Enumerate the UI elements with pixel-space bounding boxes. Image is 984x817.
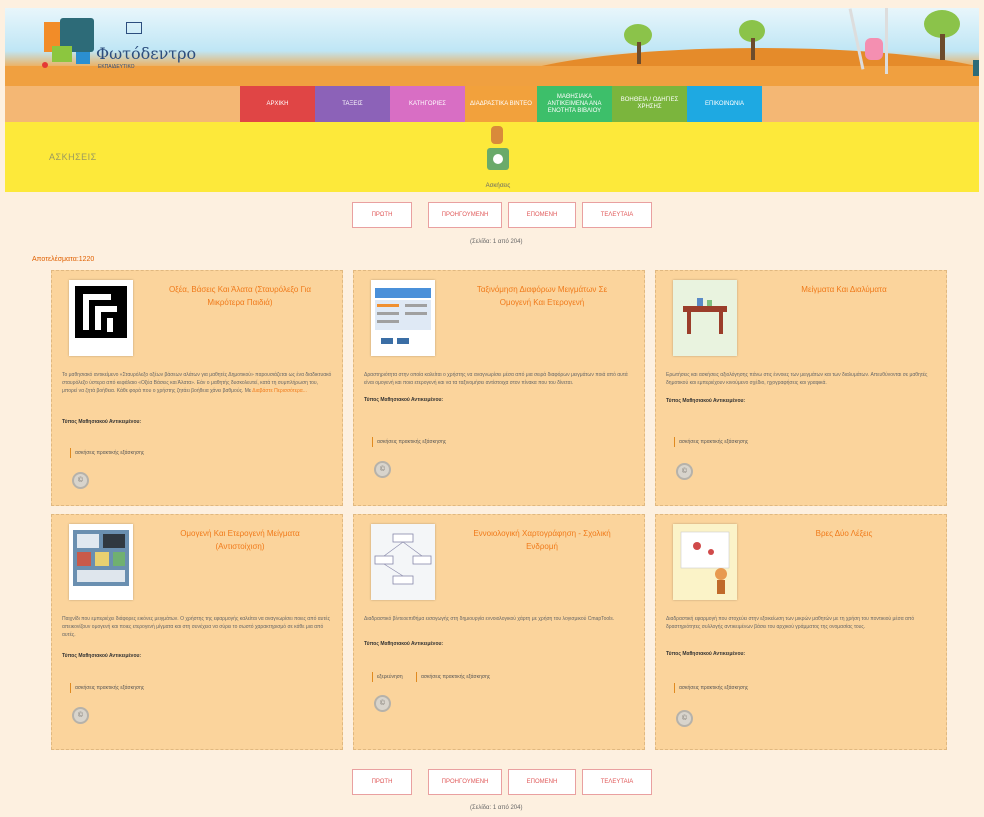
card-thumbnail[interactable] — [673, 524, 737, 600]
card-description: Παιχνίδι που εμπεριέχει διάφορες εικόνες… — [62, 616, 331, 638]
pager-last-button[interactable]: ΤΕΛΕΥΤΑΙΑ — [582, 769, 652, 795]
site-header: Φωτόδεντρο ΕΚΠΑΙΔΕΥΤΙΚΟ — [5, 8, 979, 86]
license-badge-icon[interactable]: © — [676, 710, 693, 727]
nav-item-help[interactable]: ΒΟΗΘΕΙΑ / ΟΔΗΓΙΕΣ ΧΡΗΣΗΣ — [612, 86, 687, 122]
card-tag[interactable]: εξερεύνηση — [372, 672, 403, 682]
ministry-emblem-icon — [126, 22, 142, 34]
logo-dot — [42, 62, 48, 68]
nav-item-label: ΜΑΘΗΣΙΑΚΑ ΑΝΤΙΚΕΙΜΕΝΑ ΑΝΑ ΕΝΟΤΗΤΑ ΒΙΒΛΙΟ… — [547, 93, 602, 114]
card-type-label: Τύπος Μαθησιακού Αντικειμένου: — [666, 651, 746, 657]
nav-item-home[interactable]: ΑΡΧΙΚΗ — [240, 86, 315, 122]
card-thumbnail[interactable] — [69, 280, 133, 356]
table-illustration-icon — [673, 280, 737, 356]
main-nav: ΑΡΧΙΚΗ ΤΑΞΕΙΣ ΚΑΤΗΓΟΡΙΕΣ ΔΙΑΔΡΑΣΤΙΚΑ ΒΙΝ… — [5, 86, 979, 122]
card-type-label: Τύπος Μαθησιακού Αντικειμένου: — [62, 419, 142, 425]
card-type-label: Τύπος Μαθησιακού Αντικειμένου: — [666, 398, 746, 404]
result-card[interactable]: Μείγματα Και Διαλύματα Ερωτήσεις και ασκ… — [655, 270, 947, 506]
nav-item-interactive-videos[interactable]: ΔΙΑΔΡΑΣΤΙΚΑ ΒΙΝΤΕΟ — [465, 86, 537, 122]
page-info: (Σελίδα: 1 από 204) — [470, 239, 523, 245]
license-badge-icon[interactable]: © — [72, 707, 89, 724]
results-count: Αποτελέσματα:1220 — [32, 256, 95, 263]
card-description: Δραστηριότητα στην οποία καλείται ο χρήσ… — [364, 372, 628, 386]
table-thumbnail-icon — [375, 288, 431, 344]
tree-decoration — [920, 8, 970, 63]
pager-prev-button[interactable]: ΠΡΟΗΓΟΥΜΕΝΗ — [428, 769, 502, 795]
concept-map-thumbnail-icon — [371, 524, 435, 600]
brand-name: Φωτόδεντρο — [96, 44, 197, 63]
nav-item-objects-by-unit[interactable]: ΜΑΘΗΣΙΑΚΑ ΑΝΤΙΚΕΙΜΕΝΑ ΑΝΑ ΕΝΟΤΗΤΑ ΒΙΒΛΙΟ… — [537, 86, 612, 122]
card-thumbnail[interactable] — [673, 280, 737, 356]
card-description: Το μαθησιακό αντικείμενο «Σταυρόλεξο οξέ… — [62, 371, 332, 395]
card-title[interactable]: Οξέα, Βάσεις Και Άλατα (Σταυρόλεξο Για Μ… — [160, 283, 320, 309]
side-tab-button[interactable] — [973, 60, 979, 76]
category-icon-label: Ασκήσεις — [485, 183, 511, 189]
card-type-label: Τύπος Μαθησιακού Αντικειμένου: — [364, 641, 444, 647]
read-more-link[interactable]: Διαβάστε Περισσότερα... — [252, 388, 307, 394]
nav-item-label: ΚΑΤΗΓΟΡΙΕΣ — [409, 100, 446, 107]
tree-decoration — [620, 18, 660, 64]
words-game-thumbnail-icon — [673, 524, 737, 600]
license-badge-icon[interactable]: © — [374, 461, 391, 478]
nav-item-categories[interactable]: ΚΑΤΗΓΟΡΙΕΣ — [390, 86, 465, 122]
card-thumbnail[interactable] — [371, 524, 435, 600]
pager-next-button[interactable]: ΕΠΟΜΕΝΗ — [508, 202, 576, 228]
nav-item-label: ΔΙΑΔΡΑΣΤΙΚΑ ΒΙΝΤΕΟ — [470, 100, 532, 107]
card-tag[interactable]: ασκήσεις πρακτικής εξάσκησης — [70, 448, 144, 458]
card-description: Διαδραστική εφαρμογή που στοχεύει στην ε… — [666, 616, 915, 630]
logo-square-blue — [76, 52, 90, 64]
card-tag[interactable]: ασκήσεις πρακτικής εξάσκησης — [70, 683, 144, 693]
pager-next-button[interactable]: ΕΠΟΜΕΝΗ — [508, 769, 576, 795]
tree-decoration — [733, 14, 773, 60]
card-description: Ερωτήσεις και ασκήσεις αξιολόγησης πάνω … — [666, 372, 928, 386]
page: Φωτόδεντρο ΕΚΠΑΙΔΕΥΤΙΚΟ ΑΡΧΙΚΗ ΤΑΞΕΙΣ ΚΑ… — [5, 8, 979, 817]
exercises-icon — [487, 148, 509, 170]
result-card[interactable]: Οξέα, Βάσεις Και Άλατα (Σταυρόλεξο Για Μ… — [51, 270, 343, 506]
kid-icon — [491, 126, 503, 144]
card-thumbnail[interactable] — [371, 280, 435, 356]
pager-first-button[interactable]: ΠΡΩΤΗ — [352, 769, 412, 795]
pager-prev-button[interactable]: ΠΡΟΗΓΟΥΜΕΝΗ — [428, 202, 502, 228]
card-title[interactable]: Εννοιολογική Χαρτογράφηση - Σχολική Ενδρ… — [462, 527, 622, 553]
nav-item-label: ΕΠΙΚΟΙΝΩΝΙΑ — [705, 100, 744, 107]
card-title[interactable]: Ταξινόμηση Διαφόρων Μειγμάτων Σε Ομογενή… — [462, 283, 622, 309]
result-card[interactable]: Βρες Δύο Λέξεις Διαδραστική εφαρμογή που… — [655, 514, 947, 750]
card-tag[interactable]: ασκήσεις πρακτικής εξάσκησης — [674, 437, 748, 447]
license-badge-icon[interactable]: © — [72, 472, 89, 489]
nav-item-label: ΤΑΞΕΙΣ — [342, 100, 363, 107]
nav-item-contact[interactable]: ΕΠΙΚΟΙΝΩΝΙΑ — [687, 86, 762, 122]
nav-item-label: ΑΡΧΙΚΗ — [266, 100, 289, 107]
nav-item-label: ΒΟΗΘΕΙΑ / ΟΔΗΓΙΕΣ ΧΡΗΣΗΣ — [620, 97, 679, 110]
result-card[interactable]: Ταξινόμηση Διαφόρων Μειγμάτων Σε Ομογενή… — [353, 270, 645, 506]
category-band: ΑΣΚΗΣΕΙΣ Ασκήσεις — [5, 122, 979, 192]
card-tag[interactable]: ασκήσεις πρακτικής εξάσκησης — [372, 437, 446, 447]
card-type-label: Τύπος Μαθησιακού Αντικειμένου: — [364, 397, 444, 403]
pager-bottom: ΠΡΩΤΗ ΠΡΟΗΓΟΥΜΕΝΗ ΕΠΟΜΕΝΗ ΤΕΛΕΥΤΑΙΑ — [352, 769, 652, 795]
category-title: ΑΣΚΗΣΕΙΣ — [49, 152, 97, 162]
mixtures-thumbnail-icon — [73, 530, 129, 586]
card-title[interactable]: Μείγματα Και Διαλύματα — [764, 283, 924, 296]
card-tag[interactable]: ασκήσεις πρακτικής εξάσκησης — [416, 672, 490, 682]
license-badge-icon[interactable]: © — [374, 695, 391, 712]
card-type-label: Τύπος Μαθησιακού Αντικειμένου: — [62, 653, 142, 659]
card-thumbnail[interactable] — [69, 524, 133, 600]
exercises-category-icon[interactable] — [485, 126, 511, 186]
nav-item-classes[interactable]: ΤΑΞΕΙΣ — [315, 86, 390, 122]
pager-first-button[interactable]: ΠΡΩΤΗ — [352, 202, 412, 228]
card-tag[interactable]: ασκήσεις πρακτικής εξάσκησης — [674, 683, 748, 693]
page-info: (Σελίδα: 1 από 204) — [470, 805, 523, 811]
card-title[interactable]: Βρες Δύο Λέξεις — [764, 527, 924, 540]
pager-last-button[interactable]: ΤΕΛΕΥΤΑΙΑ — [582, 202, 652, 228]
swing-decoration — [848, 8, 895, 78]
brand-subtitle: ΕΚΠΑΙΔΕΥΤΙΚΟ — [98, 64, 135, 70]
result-card[interactable]: Ομογενή Και Ετερογενή Μείγματα (Αντιστοί… — [51, 514, 343, 750]
result-card[interactable]: Εννοιολογική Χαρτογράφηση - Σχολική Ενδρ… — [353, 514, 645, 750]
logo-square-green — [52, 46, 72, 62]
card-description: Διαδραστικό βίντεοεπιθήμα εισαγωγής στη … — [364, 616, 615, 622]
pager-top: ΠΡΩΤΗ ΠΡΟΗΓΟΥΜΕΝΗ ΕΠΟΜΕΝΗ ΤΕΛΕΥΤΑΙΑ — [352, 202, 652, 228]
site-logo[interactable]: Φωτόδεντρο ΕΚΠΑΙΔΕΥΤΙΚΟ — [38, 16, 228, 78]
license-badge-icon[interactable]: © — [676, 463, 693, 480]
card-title[interactable]: Ομογενή Και Ετερογενή Μείγματα (Αντιστοί… — [160, 527, 320, 553]
crossword-thumbnail-icon — [75, 286, 127, 338]
